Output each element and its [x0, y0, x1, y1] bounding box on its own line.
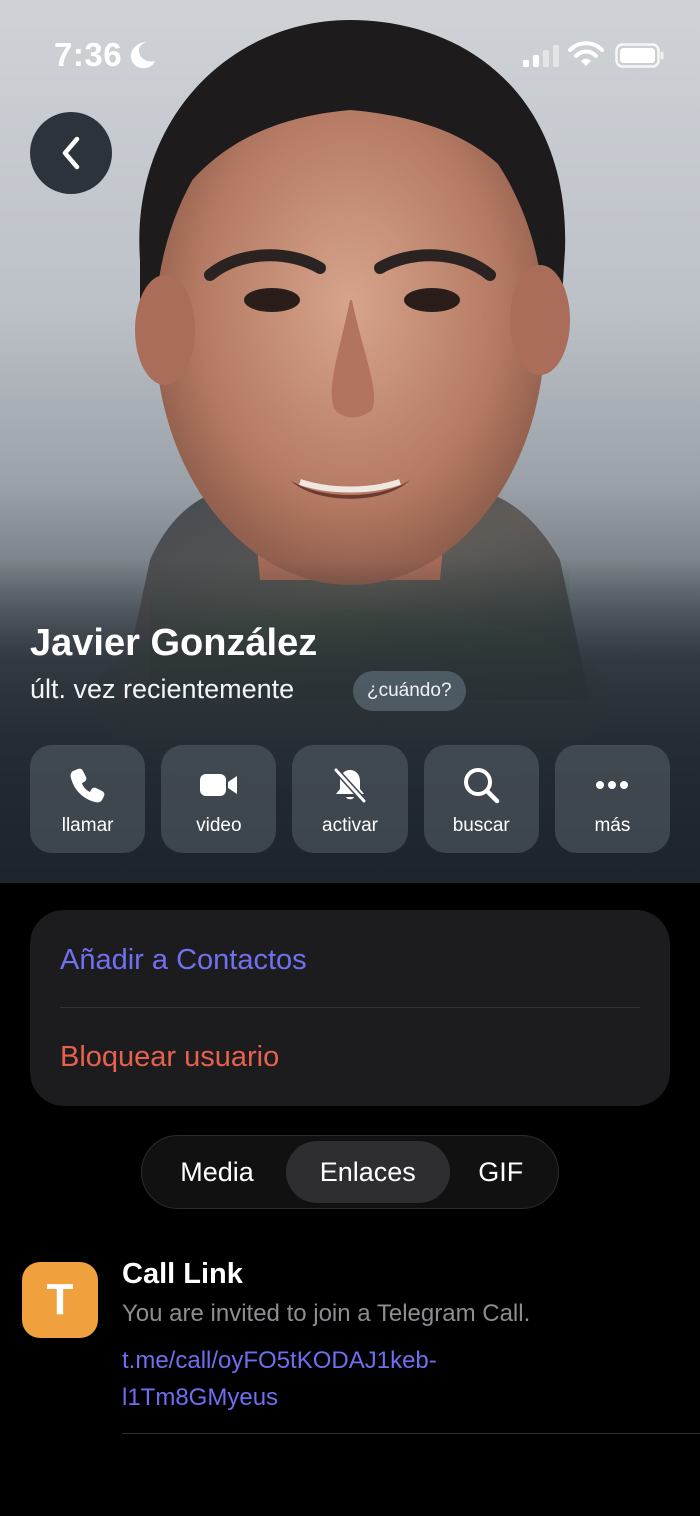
when-button[interactable]: ¿cuándo? [353, 671, 466, 711]
bell-muted-icon [333, 767, 367, 804]
unmute-label: activar [322, 815, 378, 836]
back-button[interactable] [30, 112, 112, 194]
phone-icon [70, 768, 104, 803]
more-icon [596, 781, 629, 789]
media-tabs: Media Enlaces GIF [141, 1135, 559, 1209]
divider [122, 1433, 700, 1434]
add-to-contacts-button[interactable]: Añadir a Contactos [60, 944, 307, 977]
moon-icon [130, 42, 155, 69]
link-description: You are invited to join a Telegram Call. [122, 1300, 531, 1327]
tab-links[interactable]: Enlaces [285, 1141, 450, 1203]
link-url-line-2[interactable]: l1Tm8GMyeus [122, 1379, 522, 1416]
signal-icon [523, 45, 559, 67]
search-button[interactable]: buscar [423, 745, 539, 853]
link-url-line-1[interactable]: t.me/call/oyFO5tKODAJ1keb- [122, 1342, 522, 1379]
unmute-button[interactable]: activar [292, 745, 408, 853]
call-label: llamar [61, 815, 114, 836]
profile-name: Javier González [30, 622, 318, 664]
profile-header: 7:36 Javier González últ. vez recienteme… [0, 0, 700, 883]
call-button[interactable]: llamar [30, 745, 146, 853]
chevron-left-icon [62, 136, 80, 170]
search-icon [464, 768, 500, 804]
action-buttons: llamar video activar buscar más [30, 745, 671, 853]
video-button[interactable]: video [161, 745, 277, 853]
divider [60, 1007, 640, 1008]
battery-icon [615, 43, 664, 68]
list-item[interactable]: T Call Link You are invited to join a Te… [0, 1250, 700, 1435]
link-url[interactable]: t.me/call/oyFO5tKODAJ1keb- l1Tm8GMyeus [122, 1342, 522, 1416]
more-button[interactable]: más [554, 745, 671, 853]
link-preview-icon: T [22, 1262, 98, 1338]
status-bar: 7:36 [0, 0, 700, 110]
tab-media[interactable]: Media [148, 1141, 286, 1203]
options-card: Añadir a Contactos Bloquear usuario [30, 910, 670, 1106]
last-seen-status: últ. vez recientemente [30, 674, 295, 704]
wifi-icon [568, 41, 604, 66]
block-user-button[interactable]: Bloquear usuario [60, 1041, 279, 1074]
more-label: más [594, 815, 631, 836]
video-label: video [196, 815, 242, 836]
search-label: buscar [452, 815, 510, 836]
video-camera-icon [199, 774, 237, 796]
link-title: Call Link [122, 1258, 243, 1290]
status-time: 7:36 [54, 36, 123, 73]
tab-gif[interactable]: GIF [450, 1141, 552, 1203]
